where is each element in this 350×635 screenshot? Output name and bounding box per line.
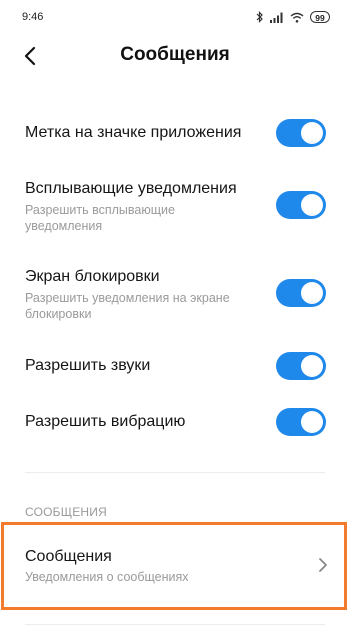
item-description: Уведомления о сообщениях xyxy=(25,570,189,584)
toggle-allow-vibration[interactable] xyxy=(276,408,326,436)
setting-label: Разрешить звуки xyxy=(25,357,151,374)
toggle-allow-sounds[interactable] xyxy=(276,352,326,380)
app-header: Сообщения xyxy=(0,34,350,82)
toggle-knob xyxy=(301,411,323,433)
setting-label: Экран блокировки xyxy=(25,268,160,285)
toggle-app-badge[interactable] xyxy=(276,119,326,147)
setting-label: Разрешить вибрацию xyxy=(25,413,186,430)
status-time: 9:46 xyxy=(22,11,44,23)
toggle-lock-screen[interactable] xyxy=(276,279,326,307)
bluetooth-icon xyxy=(256,11,264,23)
toggle-knob xyxy=(301,122,323,144)
setting-label: Метка на значке приложения xyxy=(25,124,242,141)
toggle-knob xyxy=(301,282,323,304)
status-bar: 9:46 99 xyxy=(0,0,350,34)
battery-indicator: 99 xyxy=(310,11,330,23)
page-title: Сообщения xyxy=(120,44,230,65)
chevron-right-icon xyxy=(318,557,328,573)
messages-category-item[interactable]: Сообщения Уведомления о сообщениях xyxy=(0,547,350,585)
setting-description: Разрешить всплывающие уведомления xyxy=(25,203,175,233)
setting-description: Разрешить уведомления на экране блокиров… xyxy=(25,291,230,321)
status-icons: 99 xyxy=(256,11,330,23)
toggle-knob xyxy=(301,355,323,377)
section-header: СООБЩЕНИЯ xyxy=(25,505,107,519)
bottom-divider xyxy=(25,624,325,625)
item-label: Сообщения xyxy=(25,548,112,565)
toggle-knob xyxy=(301,194,323,216)
toggle-popup-notifications[interactable] xyxy=(276,191,326,219)
section-divider xyxy=(25,472,325,473)
setting-label: Всплывающие уведомления xyxy=(25,180,237,197)
wifi-icon xyxy=(290,12,304,23)
signal-icon xyxy=(270,12,284,23)
